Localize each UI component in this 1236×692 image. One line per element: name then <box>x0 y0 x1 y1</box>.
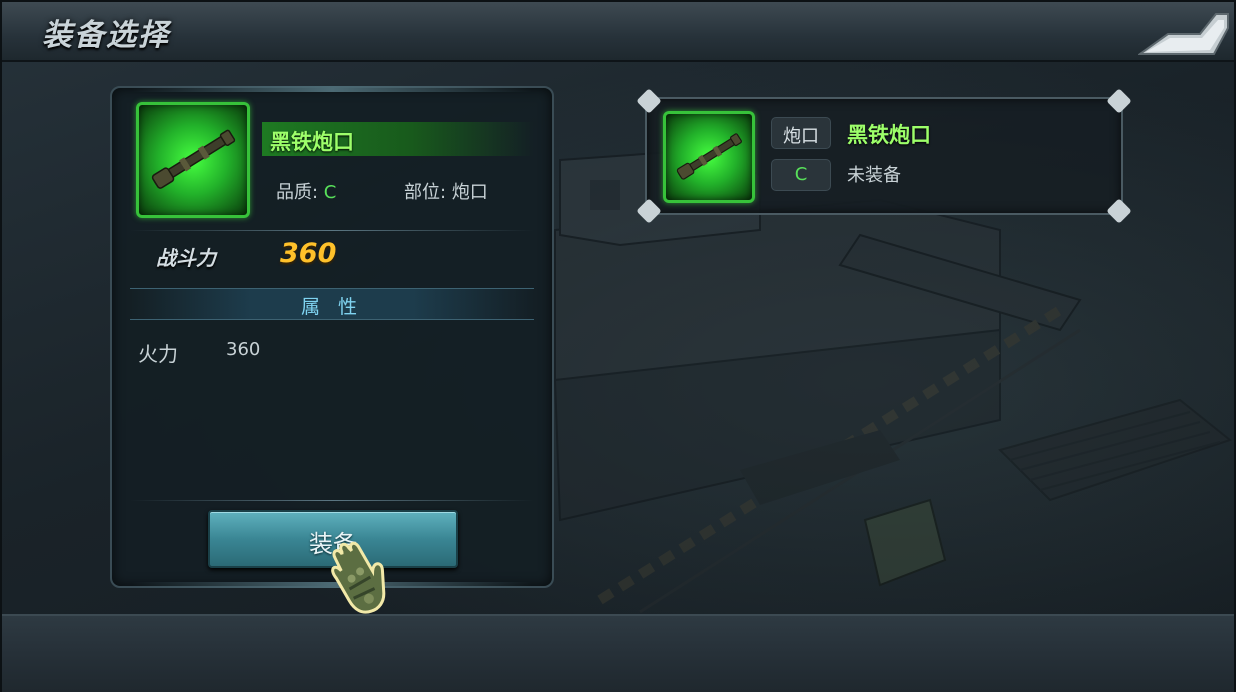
attributes-title: 属 性 <box>300 296 364 318</box>
power-label: 战斗力 <box>156 246 216 270</box>
item-icon-slot[interactable] <box>136 102 250 218</box>
equip-status: 未装备 <box>847 165 901 186</box>
attribute-name: 火力 <box>138 342 178 366</box>
panel-trim <box>132 86 532 92</box>
slot-tag-text: 炮口 <box>783 126 819 147</box>
bottom-bar <box>2 614 1234 692</box>
divider <box>130 500 534 501</box>
item-detail-panel: 黑铁炮口 品质: C 部位: 炮口 战斗力 360 属 性 火力 360 装备 <box>110 86 554 588</box>
top-bar: 装备选择 <box>2 2 1234 62</box>
quality-tag: C <box>771 159 831 191</box>
current-equipment-panel: 炮口 黑铁炮口 C 未装备 <box>636 88 1132 224</box>
slot-tag: 炮口 <box>771 117 831 149</box>
quality-field: 品质: C <box>276 178 336 204</box>
back-button[interactable] <box>1136 10 1230 58</box>
quality-label: 品质: <box>276 182 324 203</box>
power-value: 360 <box>280 238 337 269</box>
page-title: 装备选择 <box>42 18 170 53</box>
item-name: 黑铁炮口 <box>270 130 354 154</box>
slot-value: 炮口 <box>451 182 488 203</box>
divider <box>130 230 534 231</box>
gun-barrel-icon <box>676 133 742 180</box>
slot-label: 部位: <box>404 182 452 203</box>
quality-value: C <box>323 182 337 203</box>
glove-cursor-icon <box>331 541 386 614</box>
equipped-item-name: 黑铁炮口 <box>847 123 931 147</box>
equipped-item-slot[interactable] <box>663 111 755 203</box>
attribute-value: 360 <box>226 339 261 360</box>
quality-tag-text: C <box>794 164 808 185</box>
gun-barrel-icon <box>151 129 236 189</box>
slot-field: 部位: 炮口 <box>404 178 488 204</box>
back-arrow-icon <box>1136 13 1229 55</box>
attributes-header: 属 性 <box>130 288 534 320</box>
